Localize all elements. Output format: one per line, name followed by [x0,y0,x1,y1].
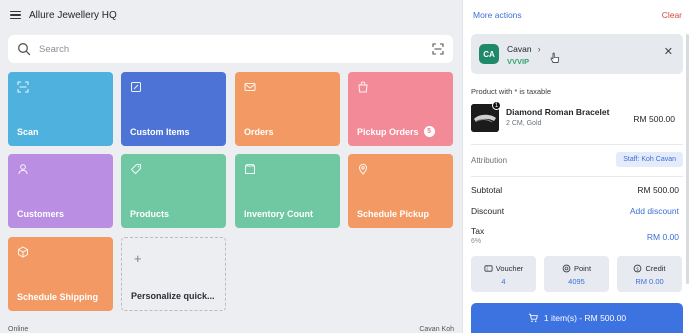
tile-inventory-count[interactable]: Inventory Count [235,154,340,228]
customer-name: Cavan [507,44,532,54]
tax-value[interactable]: RM 0.00 [647,232,679,242]
person-icon [18,164,28,175]
voucher-label: Voucher [495,264,524,273]
cart-panel: More actions Clear CA Cavan › VVVIP ✕ Pr… [462,0,691,333]
attribution-row: Attribution Staff: Koh Cavan [471,152,683,168]
tile-scan[interactable]: Scan [8,72,113,146]
plus-icon: + [134,251,142,266]
point-label: Point [573,264,592,273]
tile-label: Inventory Count [244,209,313,219]
close-icon[interactable]: ✕ [664,47,673,58]
checkout-label: 1 item(s) - RM 500.00 [543,313,627,323]
tile-label: Schedule Shipping [17,292,99,302]
tax-rate: 6% [471,238,482,245]
customer-tier-badge: VVVIP [507,57,530,66]
chevron-right-icon: › [537,44,541,54]
tile-custom-items[interactable]: Custom Items [121,72,226,146]
hand-cursor-icon [550,52,560,63]
quantity-badge: 1 [492,101,501,110]
search-input[interactable]: Search [39,44,432,55]
tile-orders[interactable]: Orders [235,72,340,146]
current-user: Cavan Koh [419,326,454,333]
scan-icon [17,81,29,93]
credit-button[interactable]: $ Credit RM 0.00 [617,256,682,292]
discount-row: Discount Add discount [471,206,683,220]
search-icon [18,43,31,56]
top-bar: Allure Jewellery HQ [0,0,462,30]
tile-schedule-shipping[interactable]: Schedule Shipping [8,237,113,311]
connection-status: Online [8,326,29,333]
tile-label: Pickup Orders [357,126,419,137]
item-variant: 2 CM, Gold [506,120,542,127]
barcode-scan-icon[interactable] [432,43,444,55]
pickup-count-badge: 5 [423,126,435,137]
edit-icon [131,82,141,92]
customer-name-row[interactable]: Cavan › [507,44,541,54]
checkout-button[interactable]: 1 item(s) - RM 500.00 [471,303,683,333]
tile-label: Schedule Pickup [357,209,430,219]
add-discount-link[interactable]: Add discount [630,206,679,216]
svg-text:$: $ [637,266,640,272]
tile-personalize-quick-actions[interactable]: + Personalize quick... [121,237,226,311]
store-name: Allure Jewellery HQ [29,9,117,21]
scrollbar[interactable] [686,34,689,284]
divider [471,176,683,177]
point-value: 4095 [568,277,585,286]
discount-label: Discount [471,206,505,216]
tile-label: Personalize quick... [131,291,215,301]
tile-label: Scan [17,127,39,137]
subtotal-label: Subtotal [471,185,503,195]
credit-icon: $ [634,264,642,273]
status-bar: Online Cavan Koh [0,326,462,333]
cube-icon [18,246,28,258]
item-name: Diamond Roman Bracelet [506,107,610,117]
credit-label: Credit [645,264,666,273]
voucher-icon [484,265,493,272]
subtotal-value: RM 500.00 [637,185,679,195]
customer-card[interactable]: CA Cavan › VVVIP ✕ [471,34,683,74]
menu-icon[interactable] [10,11,21,19]
bag-icon [358,81,368,93]
tax-row: Tax 6% RM 0.00 [471,226,683,248]
divider [471,144,683,145]
point-icon [562,264,571,273]
tile-label: Custom Items [130,127,190,137]
search-bar[interactable]: Search [8,35,453,63]
cart-header: More actions Clear [463,0,691,30]
quick-actions-panel: Allure Jewellery HQ Search Scan Custom I… [0,0,462,333]
voucher-button[interactable]: Voucher 4 [471,256,536,292]
mail-icon [244,83,256,91]
attribution-label: Attribution [471,156,508,165]
tile-customers[interactable]: Customers [8,154,113,228]
cart-icon [528,313,538,323]
box-icon [245,164,255,174]
tile-label: Customers [17,209,65,219]
location-icon [358,163,368,175]
item-price: RM 500.00 [633,114,675,124]
subtotal-row: Subtotal RM 500.00 [471,185,683,199]
tile-pickup-orders[interactable]: Pickup Orders 5 [348,72,453,146]
taxable-note: Product with * is taxable [471,87,552,96]
staff-chip[interactable]: Staff: Koh Cavan [616,152,683,167]
tile-label: Products [130,209,170,219]
more-actions-link[interactable]: More actions [473,10,522,20]
pos-screen: Allure Jewellery HQ Search Scan Custom I… [0,0,691,333]
tax-label: Tax [471,226,485,236]
credit-value: RM 0.00 [635,277,664,286]
cart-line-item[interactable]: 1 Diamond Roman Bracelet 2 CM, Gold RM 5… [471,101,683,135]
tile-label: Orders [244,127,274,137]
avatar: CA [479,44,499,64]
tile-products[interactable]: Products [121,154,226,228]
tile-schedule-pickup[interactable]: Schedule Pickup [348,154,453,228]
tag-icon [130,164,141,175]
point-button[interactable]: Point 4095 [544,256,609,292]
clear-cart-link[interactable]: Clear [662,10,682,20]
voucher-value: 4 [501,277,506,286]
